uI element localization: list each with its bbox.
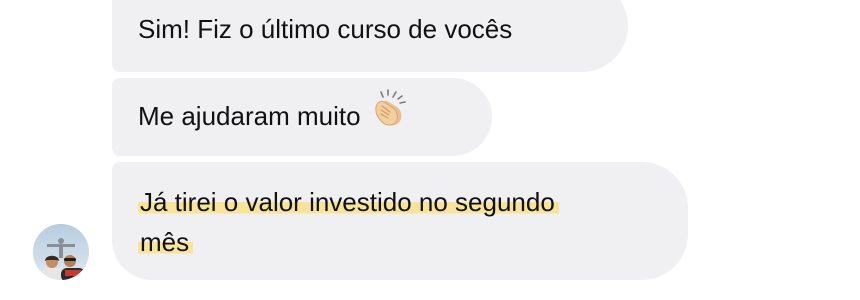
highlighted-text: mês: [138, 227, 194, 257]
message-text: Sim! Fiz o último curso de vocês: [138, 14, 513, 44]
message-bubble[interactable]: Já tirei o valor investido no segundo mê…: [112, 162, 688, 280]
avatar[interactable]: [33, 224, 89, 280]
message-text: Me ajudaram muito: [138, 101, 361, 131]
chat-thread: Sim! Fiz o último curso de vocês Me ajud…: [0, 0, 860, 300]
message-bubble[interactable]: Me ajudaram muito: [112, 78, 492, 156]
message-bubble[interactable]: Sim! Fiz o último curso de vocês: [112, 0, 628, 72]
highlighted-text: Já tirei o valor investido no segundo: [138, 187, 559, 217]
clapping-hands-icon: [371, 88, 411, 140]
